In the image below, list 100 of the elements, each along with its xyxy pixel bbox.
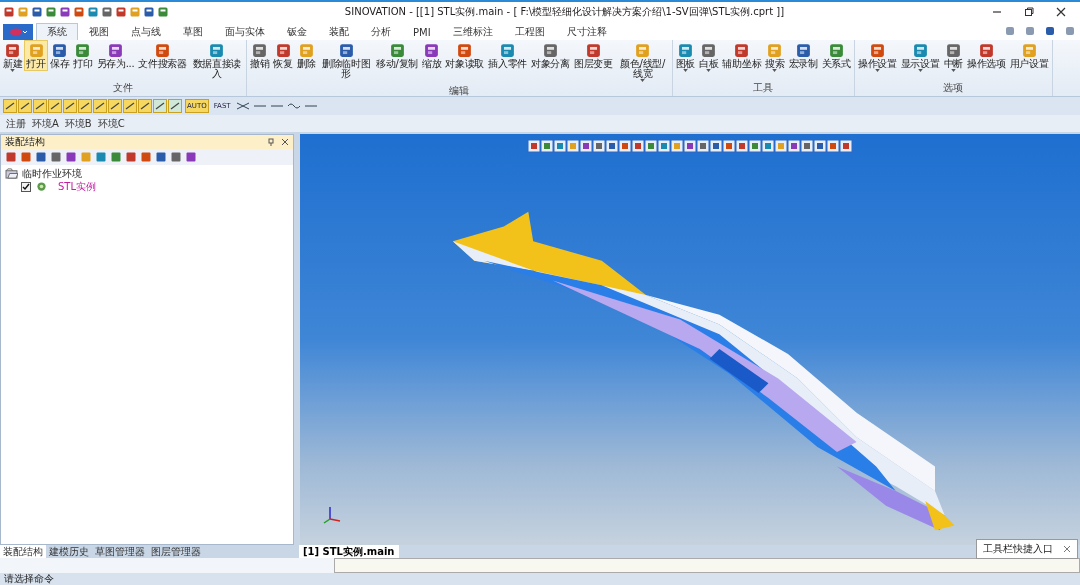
ribbon-tab[interactable]: 视图 bbox=[78, 23, 120, 40]
ribbon-button[interactable]: 恢复 bbox=[271, 40, 295, 71]
view-tool-icon[interactable] bbox=[658, 140, 670, 152]
environment-tab[interactable]: 环境A bbox=[30, 116, 61, 131]
sketch-tool-icon[interactable] bbox=[108, 99, 122, 113]
document-tab[interactable]: [1] STL实例.main bbox=[299, 545, 399, 558]
view-tool-icon[interactable] bbox=[788, 140, 800, 152]
panel-tool-icon[interactable] bbox=[140, 151, 152, 163]
ribbon-button[interactable]: 对象分离 bbox=[529, 40, 572, 71]
sketch-tool-icon[interactable] bbox=[138, 99, 152, 113]
view-tool-icon[interactable] bbox=[684, 140, 696, 152]
environment-tab[interactable]: 环境B bbox=[62, 116, 94, 131]
command-input[interactable] bbox=[334, 558, 1080, 573]
toolbar-icon[interactable] bbox=[1004, 25, 1016, 37]
ribbon-button[interactable]: 显示设置 bbox=[898, 40, 942, 74]
line-style-icon[interactable] bbox=[286, 101, 301, 111]
view-tool-icon[interactable] bbox=[554, 140, 566, 152]
view-tool-icon[interactable] bbox=[827, 140, 839, 152]
ribbon-tab[interactable]: 面与实体 bbox=[214, 23, 276, 40]
ribbon-button[interactable]: 另存为... bbox=[94, 40, 137, 71]
view-tool-icon[interactable] bbox=[840, 140, 852, 152]
view-tool-icon[interactable] bbox=[567, 140, 579, 152]
toolbar-icon[interactable] bbox=[3, 6, 15, 18]
panel-tool-icon[interactable] bbox=[5, 151, 17, 163]
ribbon-button[interactable]: 白板 bbox=[697, 40, 721, 74]
toolbar-icon[interactable] bbox=[45, 6, 57, 18]
toolbar-icon[interactable] bbox=[1064, 25, 1076, 37]
toolbar-icon[interactable] bbox=[73, 6, 85, 18]
ribbon-button[interactable]: 图板 bbox=[673, 40, 698, 74]
ribbon-button[interactable]: 操作选项 bbox=[964, 40, 1008, 71]
panel-tool-icon[interactable] bbox=[170, 151, 182, 163]
sketch-tool-icon[interactable] bbox=[3, 99, 17, 113]
ribbon-button[interactable]: 图层变更 bbox=[571, 40, 615, 71]
ribbon-button[interactable]: 撤销 bbox=[247, 40, 272, 71]
ribbon-button[interactable]: 中断 bbox=[941, 40, 965, 74]
toolbar-icon[interactable] bbox=[101, 6, 113, 18]
ribbon-tab[interactable]: 三维标注 bbox=[441, 23, 504, 40]
view-tool-icon[interactable] bbox=[697, 140, 709, 152]
view-tool-icon[interactable] bbox=[710, 140, 722, 152]
view-tool-icon[interactable] bbox=[762, 140, 774, 152]
view-tool-icon[interactable] bbox=[619, 140, 631, 152]
ribbon-tab[interactable]: 尺寸注释 bbox=[555, 23, 618, 40]
panel-tab[interactable]: 草图管理器 bbox=[92, 545, 148, 558]
view-tool-icon[interactable] bbox=[528, 140, 540, 152]
panel-tool-icon[interactable] bbox=[50, 151, 62, 163]
ribbon-button[interactable]: 删除临时图形 bbox=[318, 40, 375, 81]
view-tool-icon[interactable] bbox=[580, 140, 592, 152]
sketch-tool-icon[interactable] bbox=[123, 99, 137, 113]
view-tool-icon[interactable] bbox=[593, 140, 605, 152]
view-tool-icon[interactable] bbox=[632, 140, 644, 152]
checkbox[interactable] bbox=[21, 181, 31, 192]
toolbar-icon[interactable] bbox=[157, 6, 169, 18]
ribbon-tab[interactable]: 装配 bbox=[318, 23, 360, 40]
toolbar-icon[interactable] bbox=[1024, 25, 1036, 37]
panel-tool-icon[interactable] bbox=[185, 151, 197, 163]
sketch-tool-icon[interactable] bbox=[93, 99, 107, 113]
toolbar-icon[interactable] bbox=[59, 6, 71, 18]
ribbon-tab[interactable]: 分析 bbox=[360, 23, 402, 40]
pin-icon[interactable] bbox=[267, 138, 275, 146]
panel-tool-icon[interactable] bbox=[95, 151, 107, 163]
sketch-tool-icon[interactable] bbox=[78, 99, 92, 113]
ribbon-tab[interactable]: 工程图 bbox=[503, 23, 556, 40]
ribbon-button[interactable]: 颜色/线型/线宽 bbox=[614, 40, 671, 84]
ribbon-button[interactable]: 宏录制 bbox=[786, 40, 820, 71]
view-tool-icon[interactable] bbox=[645, 140, 657, 152]
sketch-tool-icon[interactable] bbox=[153, 99, 167, 113]
toolbar-icon[interactable] bbox=[115, 6, 127, 18]
view-tool-icon[interactable] bbox=[671, 140, 683, 152]
panel-tool-icon[interactable] bbox=[110, 151, 122, 163]
toolbar-icon[interactable] bbox=[1044, 25, 1056, 37]
ribbon-tab[interactable]: 钣金 bbox=[276, 23, 318, 40]
ribbon-button[interactable]: 打印 bbox=[71, 40, 95, 71]
sketch-tool-icon[interactable] bbox=[18, 99, 32, 113]
panel-tool-icon[interactable] bbox=[20, 151, 32, 163]
ribbon-button[interactable]: 用户设置 bbox=[1007, 40, 1051, 71]
tree-item[interactable]: STL实例 bbox=[58, 179, 97, 194]
sketch-tool-icon[interactable] bbox=[168, 99, 182, 113]
panel-tab[interactable]: 建模历史 bbox=[46, 545, 92, 558]
panel-tab[interactable]: 装配结构 bbox=[0, 545, 46, 558]
ribbon-button[interactable]: 数据直接读入 bbox=[188, 40, 245, 81]
ribbon-button[interactable]: 打开 bbox=[24, 40, 48, 71]
ribbon-button[interactable]: 插入零件 bbox=[486, 40, 529, 71]
view-tool-icon[interactable] bbox=[723, 140, 735, 152]
view-tool-icon[interactable] bbox=[775, 140, 787, 152]
ribbon-button[interactable]: 删除 bbox=[294, 40, 319, 71]
sketch-tool-icon[interactable] bbox=[48, 99, 62, 113]
sketch-tool-icon[interactable] bbox=[63, 99, 77, 113]
toolbar-icon[interactable] bbox=[143, 6, 155, 18]
environment-tab[interactable]: 环境C bbox=[95, 116, 127, 131]
ribbon-button[interactable]: 辅助坐标 bbox=[720, 40, 764, 71]
ribbon-button[interactable]: 新建 bbox=[1, 40, 25, 74]
line-style-icon[interactable] bbox=[235, 101, 250, 111]
ribbon-button[interactable]: 缩放 bbox=[420, 40, 444, 71]
ribbon-tab[interactable]: 点与线 bbox=[120, 23, 172, 40]
close-icon[interactable] bbox=[281, 138, 289, 146]
ribbon-button[interactable]: 操作设置 bbox=[855, 40, 899, 74]
ribbon-tab[interactable]: PMI bbox=[402, 23, 442, 40]
view-tool-icon[interactable] bbox=[606, 140, 618, 152]
panel-tool-icon[interactable] bbox=[35, 151, 47, 163]
sketch-tool-icon[interactable] bbox=[33, 99, 47, 113]
